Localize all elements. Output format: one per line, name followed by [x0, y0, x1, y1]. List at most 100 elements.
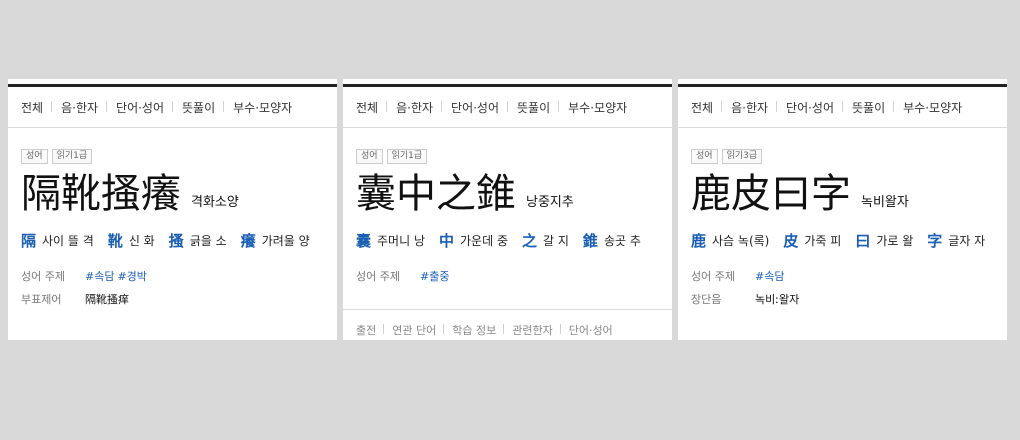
character-hanja[interactable]: 隔	[21, 230, 36, 251]
headword: 隔靴搔癢 격화소양	[21, 172, 239, 216]
character-hanja[interactable]: 皮	[783, 230, 798, 251]
category-badge: 성어	[21, 149, 48, 164]
character-item[interactable]: 靴신 화	[108, 230, 155, 251]
tab-bar: 전체 음·한자 단어·성어 뜻풀이 부수·모양자	[8, 87, 337, 128]
idiom-topic-label: 성어 주제	[691, 270, 735, 283]
character-hanja[interactable]: 字	[927, 230, 942, 251]
tab-sound-hanja[interactable]: 음·한자	[731, 99, 777, 116]
character-hanja[interactable]: 癢	[241, 230, 256, 251]
tab-all[interactable]: 전체	[21, 99, 53, 116]
character-breakdown: 囊 주머니 낭 中 가운데 중 之 갈 지 錐 송곳 추	[356, 230, 655, 251]
character-hanja[interactable]: 搔	[169, 230, 184, 251]
topic-tag[interactable]: #속담	[85, 270, 114, 283]
hanja-title: 鹿皮曰字	[691, 171, 851, 217]
category-badge: 성어	[356, 149, 383, 164]
subtab-related-hanja[interactable]: 관련한자	[512, 322, 562, 338]
subtab-study-info[interactable]: 학습 정보	[452, 322, 505, 338]
character-breakdown: 鹿 사슴 녹(록) 皮 가죽 피 曰 가로 왈 字 글자 자	[691, 230, 999, 251]
character-meaning: 가죽 피	[804, 234, 842, 248]
sub-headword-row: 부표제어 隔靴搔痒	[21, 291, 129, 307]
headword: 鹿皮曰字 녹비왈자	[691, 172, 909, 216]
idiom-topic-label: 성어 주제	[21, 270, 65, 283]
character-hanja[interactable]: 之	[522, 230, 537, 251]
korean-reading: 낭중지추	[526, 195, 574, 210]
tab-radical[interactable]: 부수·모양자	[903, 99, 971, 116]
subtab-word-idiom[interactable]: 단어·성어	[569, 322, 621, 338]
hanja-title: 隔靴搔癢	[21, 171, 181, 217]
character-item[interactable]: 中 가운데 중	[439, 230, 508, 251]
section-divider	[343, 309, 672, 310]
tab-meaning[interactable]: 뜻풀이	[517, 99, 560, 116]
character-meaning: 주머니 낭	[377, 234, 425, 248]
dictionary-panel-3: 전체 음·한자 단어·성어 뜻풀이 부수·모양자 성어 읽기3급 鹿皮曰字 녹비…	[678, 79, 1007, 340]
character-hanja[interactable]: 錐	[583, 230, 598, 251]
idiom-topic-label: 성어 주제	[356, 270, 400, 283]
subtab-source[interactable]: 출전	[356, 322, 385, 338]
character-meaning: 사슴 녹(록)	[712, 234, 770, 248]
character-meaning: 가려울 양	[261, 234, 310, 248]
idiom-topic-row: 성어 주제 #속담 #경박	[21, 268, 150, 284]
character-item[interactable]: 之갈 지	[522, 230, 569, 251]
badge-group: 성어 읽기1급	[21, 149, 93, 164]
character-meaning: 송곳 추	[603, 234, 641, 248]
sub-tab-bar: 출전 연관 단어 학습 정보 관련한자 단어·성어	[356, 322, 629, 338]
idiom-topic-row: 성어 주제 #속담	[691, 268, 787, 284]
character-meaning: 긁을 소	[189, 234, 227, 248]
tab-bar: 전체 음·한자 단어·성어 뜻풀이 부수·모양자	[678, 87, 1007, 128]
korean-reading: 격화소양	[191, 195, 239, 210]
sub-headword-label: 부표제어	[21, 293, 62, 306]
hanja-title: 囊中之錐	[356, 171, 516, 217]
character-hanja[interactable]: 曰	[855, 230, 870, 251]
category-badge: 성어	[691, 149, 718, 164]
character-item[interactable]: 曰 가로 왈	[855, 230, 913, 251]
tab-sound-hanja[interactable]: 음·한자	[61, 99, 107, 116]
level-badge: 읽기1급	[51, 149, 93, 164]
character-item[interactable]: 錐 송곳 추	[583, 230, 641, 251]
character-hanja[interactable]: 囊	[356, 230, 371, 251]
subtab-related-words[interactable]: 연관 단어	[392, 322, 445, 338]
dictionary-panel-1: 전체 음·한자 단어·성어 뜻풀이 부수·모양자 성어 읽기1급 隔靴搔癢 격화…	[8, 79, 337, 340]
character-hanja[interactable]: 靴	[108, 230, 123, 251]
character-hanja[interactable]: 中	[439, 230, 454, 251]
tab-radical[interactable]: 부수·모양자	[568, 99, 636, 116]
tab-all[interactable]: 전체	[356, 99, 388, 116]
idiom-topic-row: 성어 주제 #출중	[356, 268, 452, 284]
character-meaning: 가운데 중	[460, 234, 508, 248]
character-meaning: 가로 왈	[876, 234, 914, 248]
character-item[interactable]: 字 글자 자	[927, 230, 985, 251]
tab-word-idiom[interactable]: 단어·성어	[116, 99, 174, 116]
character-item[interactable]: 隔 사이 뜰 격	[21, 230, 94, 251]
sub-headword-value: 隔靴搔痒	[85, 293, 129, 306]
character-meaning: 신 화	[128, 234, 155, 248]
topic-tag[interactable]: #출중	[420, 270, 449, 283]
character-meaning: 사이 뜰 격	[42, 234, 94, 248]
tab-word-idiom[interactable]: 단어·성어	[451, 99, 509, 116]
character-meaning: 갈 지	[543, 234, 569, 248]
character-hanja[interactable]: 鹿	[691, 230, 706, 251]
tab-sound-hanja[interactable]: 음·한자	[396, 99, 442, 116]
topic-tag[interactable]: #속담	[755, 270, 784, 283]
character-item[interactable]: 鹿 사슴 녹(록)	[691, 230, 769, 251]
badge-group: 성어 읽기3급	[691, 149, 763, 164]
character-item[interactable]: 搔 긁을 소	[169, 230, 227, 251]
tab-word-idiom[interactable]: 단어·성어	[786, 99, 844, 116]
tab-meaning[interactable]: 뜻풀이	[852, 99, 895, 116]
badge-group: 성어 읽기1급	[356, 149, 428, 164]
character-item[interactable]: 癢 가려울 양	[241, 230, 310, 251]
tab-meaning[interactable]: 뜻풀이	[182, 99, 225, 116]
vowel-length-row: 장단음 녹비ː왈자	[691, 291, 799, 307]
dictionary-panel-2: 전체 음·한자 단어·성어 뜻풀이 부수·모양자 성어 읽기1급 囊中之錐 낭중…	[343, 79, 672, 340]
character-meaning: 글자 자	[948, 234, 986, 248]
vowel-length-label: 장단음	[691, 293, 722, 306]
korean-reading: 녹비왈자	[861, 195, 909, 210]
level-badge: 읽기1급	[386, 149, 428, 164]
tab-bar: 전체 음·한자 단어·성어 뜻풀이 부수·모양자	[343, 87, 672, 128]
level-badge: 읽기3급	[721, 149, 763, 164]
tab-all[interactable]: 전체	[691, 99, 723, 116]
character-item[interactable]: 皮 가죽 피	[783, 230, 841, 251]
topic-tag[interactable]: #경박	[117, 270, 146, 283]
vowel-length-value: 녹비ː왈자	[755, 293, 800, 306]
headword: 囊中之錐 낭중지추	[356, 172, 574, 216]
tab-radical[interactable]: 부수·모양자	[233, 99, 301, 116]
character-item[interactable]: 囊 주머니 낭	[356, 230, 425, 251]
